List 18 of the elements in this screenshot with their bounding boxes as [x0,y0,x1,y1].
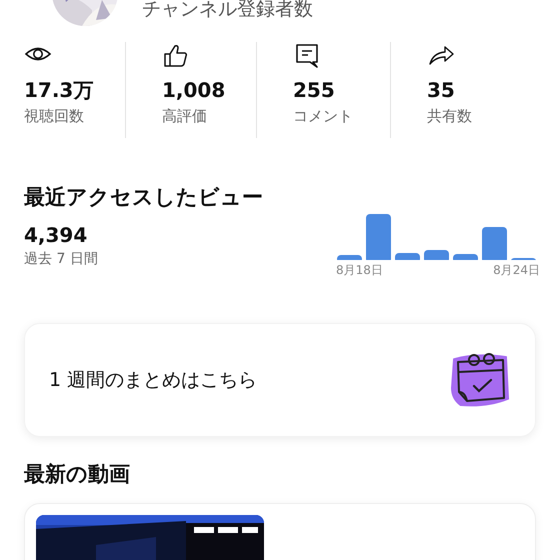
stat-value: 35 [427,77,455,104]
stat-label: コメント [293,106,353,127]
date-label: 8月24日 [493,262,540,279]
stat-label: 共有数 [427,106,472,127]
stat-label: 高評価 [162,106,207,127]
section-title: 最近アクセスしたビュー [24,184,264,211]
stat-value: 255 [293,77,335,104]
date-label: 8月18日 [336,262,383,279]
stat-label: 視聴回数 [24,106,84,127]
period-label: 過去 7 日間 [24,250,98,269]
thumbs-up-icon [162,42,190,70]
stat-value: 1,008 [162,77,226,104]
views-total: 4,394 [24,222,88,248]
summary-card[interactable]: 1 週間のまとめはこちら [24,323,536,437]
stat-value: 17.3万 [24,77,94,104]
video-card[interactable] [24,503,536,560]
comment-icon [293,42,321,70]
section-title: 最新の動画 [24,461,131,488]
